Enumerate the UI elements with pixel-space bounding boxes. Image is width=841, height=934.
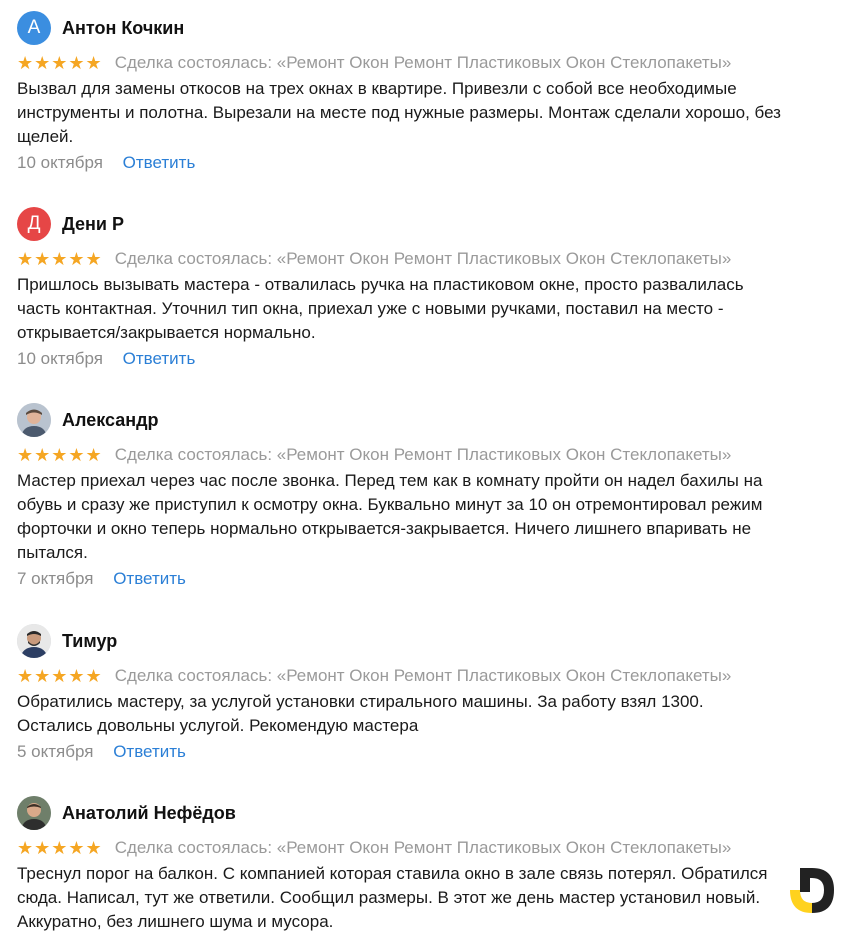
review-text: Треснул порог на балкон. С компанией кот… [17,864,768,931]
reply-link[interactable]: Ответить [113,742,186,761]
reply-link[interactable]: Ответить [123,349,196,368]
rating-stars: ★★★★★ [17,837,103,858]
avatar[interactable] [17,403,51,437]
review-item: Тимур ★★★★★ Сделка состоялась: «Ремонт О… [17,624,837,764]
reply-link[interactable]: Ответить [123,153,196,172]
reviewer-name[interactable]: Анатолий Нефёдов [62,803,236,824]
review-date: 10 октября [17,153,103,172]
avatar[interactable] [17,624,51,658]
review-item: Александр ★★★★★ Сделка состоялась: «Ремо… [17,403,837,591]
review-item: Анатолий Нефёдов ★★★★★ Сделка состоялась… [17,796,837,934]
user-photo-icon [17,796,51,830]
review-text: Мастер приехал через час после звонка. П… [17,471,763,562]
review-item: Д Дени Р ★★★★★ Сделка состоялась: «Ремон… [17,207,837,371]
reviewer-name[interactable]: Антон Кочкин [62,18,184,39]
user-photo-icon [17,624,51,658]
deal-info: Сделка состоялась: «Ремонт Окон Ремонт П… [114,249,732,268]
review-text: Вызвал для замены откосов на трех окнах … [17,79,781,146]
reply-link[interactable]: Ответить [113,569,186,588]
avatar[interactable]: Д [17,207,51,241]
user-photo-icon [17,403,51,437]
avatar[interactable] [17,796,51,830]
deal-info: Сделка состоялась: «Ремонт Окон Ремонт П… [114,666,732,685]
review-text: Обратились мастеру, за услугой установки… [17,692,704,735]
review-item: А Антон Кочкин ★★★★★ Сделка состоялась: … [17,11,837,175]
reviewer-name[interactable]: Тимур [62,631,117,652]
rating-stars: ★★★★★ [17,52,103,73]
deal-info: Сделка состоялась: «Ремонт Окон Ремонт П… [114,445,732,464]
rating-stars: ★★★★★ [17,665,103,686]
review-text: Пришлось вызывать мастера - отвалилась р… [17,275,744,342]
brand-logo-icon [790,868,834,913]
rating-stars: ★★★★★ [17,248,103,269]
review-date: 5 октября [17,742,94,761]
reviewer-name[interactable]: Дени Р [62,214,124,235]
avatar[interactable]: А [17,11,51,45]
review-date: 10 октября [17,349,103,368]
deal-info: Сделка состоялась: «Ремонт Окон Ремонт П… [114,53,732,72]
deal-info: Сделка состоялась: «Ремонт Окон Ремонт П… [114,838,732,857]
reviewer-name[interactable]: Александр [62,410,159,431]
rating-stars: ★★★★★ [17,444,103,465]
review-date: 7 октября [17,569,94,588]
